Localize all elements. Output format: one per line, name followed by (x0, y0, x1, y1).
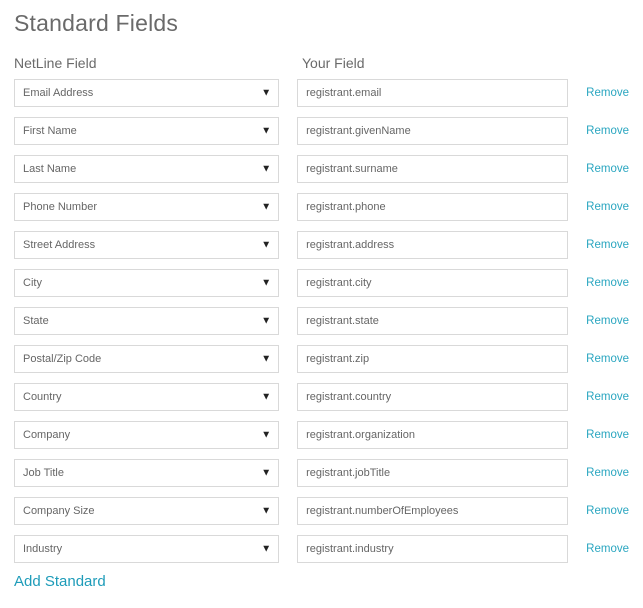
remove-button[interactable]: Remove (586, 429, 629, 441)
netline-field-select[interactable]: Last Name (14, 155, 279, 183)
remove-button[interactable]: Remove (586, 201, 629, 213)
field-mapping-row: First Name▼ Remove (14, 117, 629, 145)
your-field-input-wrap (297, 345, 568, 373)
your-field-input[interactable] (297, 269, 568, 297)
netline-field-select[interactable]: Company Size (14, 497, 279, 525)
remove-button[interactable]: Remove (586, 315, 629, 327)
remove-button[interactable]: Remove (586, 163, 629, 175)
netline-field-select[interactable]: Industry (14, 535, 279, 563)
field-mapping-row: Company▼ Remove (14, 421, 629, 449)
page-title: Standard Fields (14, 10, 629, 37)
field-mapping-row: City▼ Remove (14, 269, 629, 297)
netline-field-select[interactable]: Postal/Zip Code (14, 345, 279, 373)
your-field-input[interactable] (297, 307, 568, 335)
netline-field-select-wrap: Postal/Zip Code▼ (14, 345, 279, 373)
your-field-input-wrap (297, 79, 568, 107)
netline-field-select-wrap: Company▼ (14, 421, 279, 449)
your-field-column-header: Your Field (302, 55, 578, 71)
netline-field-select[interactable]: Job Title (14, 459, 279, 487)
field-mapping-rows: Email Address▼RemoveFirst Name▼RemoveLas… (14, 79, 629, 563)
your-field-input-wrap (297, 459, 568, 487)
field-mapping-row: Phone Number▼ Remove (14, 193, 629, 221)
columns-header: NetLine Field Your Field (14, 55, 629, 71)
netline-field-select[interactable]: City (14, 269, 279, 297)
your-field-input[interactable] (297, 497, 568, 525)
netline-field-select-wrap: City▼ (14, 269, 279, 297)
your-field-input-wrap (297, 307, 568, 335)
netline-field-select[interactable]: Phone Number (14, 193, 279, 221)
your-field-input-wrap (297, 535, 568, 563)
remove-button[interactable]: Remove (586, 467, 629, 479)
netline-field-select[interactable]: First Name (14, 117, 279, 145)
your-field-input-wrap (297, 497, 568, 525)
field-mapping-row: Country▼ Remove (14, 383, 629, 411)
field-mapping-row: Company Size▼ Remove (14, 497, 629, 525)
netline-field-select-wrap: State▼ (14, 307, 279, 335)
your-field-input[interactable] (297, 155, 568, 183)
field-mapping-row: Last Name▼ Remove (14, 155, 629, 183)
netline-field-select[interactable]: State (14, 307, 279, 335)
netline-field-select-wrap: Street Address▼ (14, 231, 279, 259)
remove-button[interactable]: Remove (586, 353, 629, 365)
your-field-input[interactable] (297, 231, 568, 259)
field-mapping-row: Street Address▼ Remove (14, 231, 629, 259)
netline-field-select-wrap: Industry▼ (14, 535, 279, 563)
netline-field-select-wrap: Job Title▼ (14, 459, 279, 487)
your-field-input[interactable] (297, 79, 568, 107)
netline-field-select-wrap: Last Name▼ (14, 155, 279, 183)
remove-button[interactable]: Remove (586, 391, 629, 403)
your-field-input[interactable] (297, 459, 568, 487)
netline-field-select-wrap: First Name▼ (14, 117, 279, 145)
your-field-input[interactable] (297, 345, 568, 373)
netline-field-select[interactable]: Street Address (14, 231, 279, 259)
netline-field-select-wrap: Company Size▼ (14, 497, 279, 525)
netline-field-select-wrap: Country▼ (14, 383, 279, 411)
remove-button[interactable]: Remove (586, 543, 629, 555)
your-field-input[interactable] (297, 193, 568, 221)
your-field-input-wrap (297, 193, 568, 221)
remove-button[interactable]: Remove (586, 125, 629, 137)
remove-button[interactable]: Remove (586, 87, 629, 99)
netline-field-select[interactable]: Country (14, 383, 279, 411)
netline-field-select-wrap: Email Address▼ (14, 79, 279, 107)
your-field-input-wrap (297, 269, 568, 297)
your-field-input-wrap (297, 231, 568, 259)
your-field-input-wrap (297, 117, 568, 145)
netline-field-column-header: NetLine Field (14, 55, 302, 71)
netline-field-select[interactable]: Company (14, 421, 279, 449)
your-field-input[interactable] (297, 383, 568, 411)
remove-button[interactable]: Remove (586, 239, 629, 251)
your-field-input-wrap (297, 421, 568, 449)
netline-field-select-wrap: Phone Number▼ (14, 193, 279, 221)
field-mapping-row: Job Title▼ Remove (14, 459, 629, 487)
add-standard-button[interactable]: Add Standard (14, 573, 629, 590)
your-field-input-wrap (297, 383, 568, 411)
your-field-input[interactable] (297, 535, 568, 563)
field-mapping-row: State▼ Remove (14, 307, 629, 335)
netline-field-select[interactable]: Email Address (14, 79, 279, 107)
your-field-input[interactable] (297, 117, 568, 145)
your-field-input[interactable] (297, 421, 568, 449)
field-mapping-row: Postal/Zip Code▼ Remove (14, 345, 629, 373)
field-mapping-row: Industry▼ Remove (14, 535, 629, 563)
field-mapping-row: Email Address▼ Remove (14, 79, 629, 107)
remove-button[interactable]: Remove (586, 505, 629, 517)
remove-button[interactable]: Remove (586, 277, 629, 289)
your-field-input-wrap (297, 155, 568, 183)
